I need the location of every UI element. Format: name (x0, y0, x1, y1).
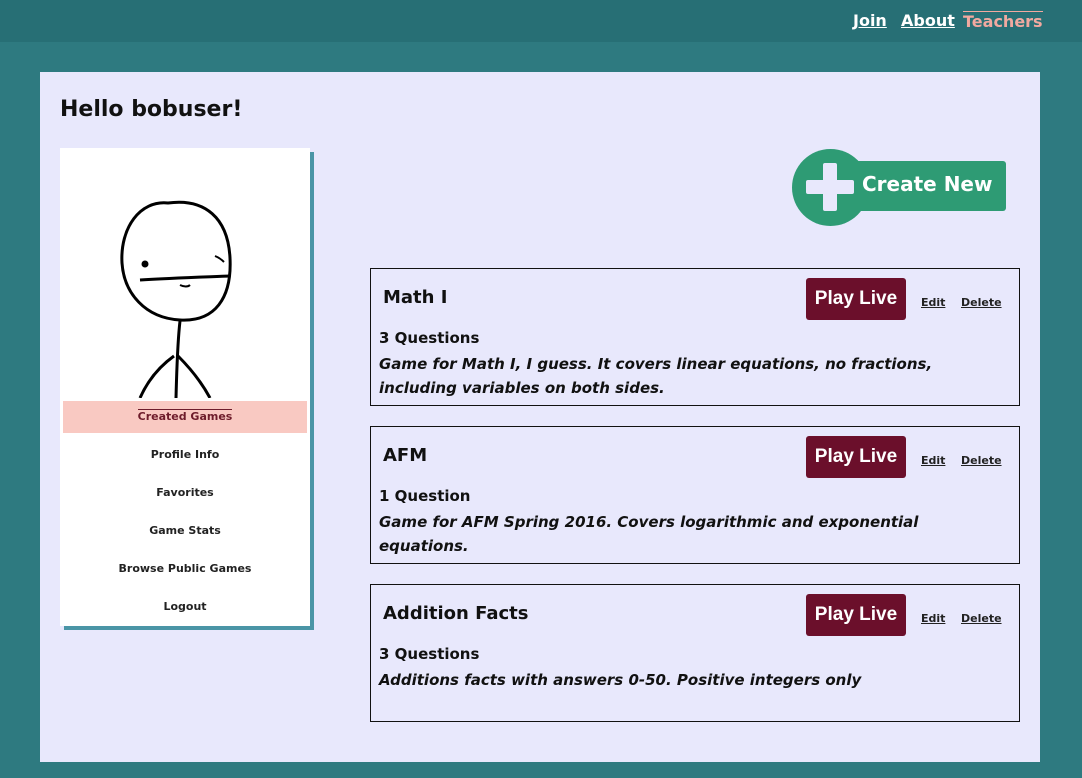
question-count: 3 Questions (379, 645, 480, 663)
game-description: Game for Math I, I guess. It covers line… (379, 355, 933, 397)
game-title: AFM (383, 445, 428, 466)
delete-link[interactable]: Delete (961, 612, 1002, 625)
sidebar-item-label: Favorites (156, 486, 214, 499)
sidebar-item-profile-info[interactable]: Profile Info (63, 439, 307, 471)
game-title: Addition Facts (383, 603, 529, 624)
main-panel: Hello bobuser! Created Games Profile Inf… (40, 72, 1040, 762)
sidebar-item-game-stats[interactable]: Game Stats (63, 515, 307, 547)
nav-join-link[interactable]: Join (853, 11, 887, 30)
avatar (120, 200, 232, 398)
game-title: Math I (383, 287, 448, 308)
sidebar-item-created-games[interactable]: Created Games (63, 401, 307, 433)
play-live-button[interactable]: Play Live (806, 436, 906, 478)
question-count: 3 Questions (379, 329, 480, 347)
edit-link[interactable]: Edit (921, 612, 945, 625)
game-card-math-i: Math I Play Live Edit Delete 3 Questions… (370, 268, 1020, 406)
edit-link[interactable]: Edit (921, 454, 945, 467)
sidebar-item-label: Logout (163, 600, 207, 613)
sidebar: Created Games Profile Info Favorites Gam… (60, 148, 310, 626)
sidebar-item-logout[interactable]: Logout (63, 591, 307, 623)
sidebar-item-label: Created Games (137, 409, 233, 423)
sidebar-item-label: Browse Public Games (118, 562, 252, 575)
nav-teachers-link[interactable]: Teachers (963, 11, 1043, 31)
game-card-afm: AFM Play Live Edit Delete 1 Question Gam… (370, 426, 1020, 564)
top-navigation-bar: Join About Teachers (0, 0, 1082, 42)
plus-icon-horizontal (806, 180, 854, 194)
sidebar-item-label: Game Stats (149, 524, 221, 537)
plus-icon (792, 149, 869, 226)
game-card-addition-facts: Addition Facts Play Live Edit Delete 3 Q… (370, 584, 1020, 722)
nav-about-link[interactable]: About (901, 11, 955, 30)
sidebar-item-browse-public-games[interactable]: Browse Public Games (63, 553, 307, 585)
edit-link[interactable]: Edit (921, 296, 945, 309)
create-new-button[interactable]: Create New (792, 148, 1006, 228)
game-description: Additions facts with answers 0-50. Posit… (379, 671, 862, 689)
sidebar-item-label: Profile Info (150, 448, 220, 461)
play-live-button[interactable]: Play Live (806, 594, 906, 636)
play-live-button[interactable]: Play Live (806, 278, 906, 320)
delete-link[interactable]: Delete (961, 296, 1002, 309)
question-count: 1 Question (379, 487, 471, 505)
sidebar-item-favorites[interactable]: Favorites (63, 477, 307, 509)
game-description: Game for AFM Spring 2016. Covers logarit… (379, 513, 919, 555)
create-new-label: Create New (862, 172, 993, 196)
delete-link[interactable]: Delete (961, 454, 1002, 467)
greeting-heading: Hello bobuser! (60, 97, 243, 122)
